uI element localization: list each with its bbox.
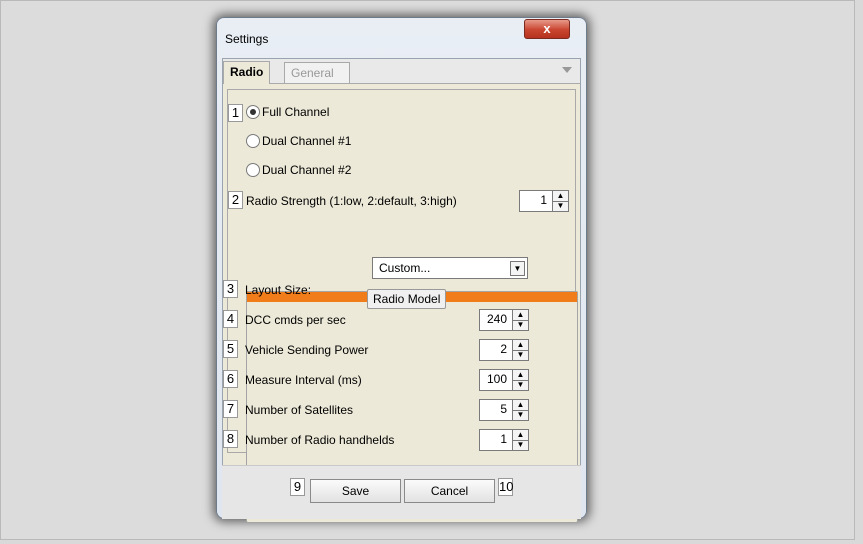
window-title: Settings bbox=[225, 32, 269, 46]
marker-3: 3 bbox=[223, 280, 238, 298]
spin-down-icon[interactable]: ▼ bbox=[553, 201, 568, 211]
marker-2: 2 bbox=[228, 191, 243, 209]
marker-4: 4 bbox=[223, 310, 238, 328]
vehicle-power-label: Vehicle Sending Power bbox=[245, 343, 369, 357]
spin-down-icon[interactable]: ▼ bbox=[513, 440, 528, 450]
dcc-label: DCC cmds per sec bbox=[245, 313, 346, 327]
dcc-spinner[interactable]: 240 ▲ ▼ bbox=[479, 309, 529, 331]
dual-channel-2-label: Dual Channel #2 bbox=[262, 163, 352, 177]
radio-unselected-icon bbox=[246, 163, 260, 177]
handhelds-spinner[interactable]: 1 ▲ ▼ bbox=[479, 429, 529, 451]
dual-channel-1-label: Dual Channel #1 bbox=[262, 134, 352, 148]
spin-down-icon[interactable]: ▼ bbox=[513, 350, 528, 360]
layout-size-dropdown[interactable]: Custom... ▼ bbox=[372, 257, 528, 279]
tab-general[interactable]: General bbox=[284, 62, 350, 83]
radio-unselected-icon bbox=[246, 134, 260, 148]
cancel-button[interactable]: Cancel bbox=[404, 479, 495, 503]
layout-size-value: Custom... bbox=[379, 261, 431, 275]
dual-channel-2-radio[interactable]: Dual Channel #2 bbox=[246, 163, 351, 177]
radio-model-title: Radio Model bbox=[367, 289, 447, 309]
vehicle-power-value[interactable]: 2 bbox=[482, 342, 507, 356]
satellites-value[interactable]: 5 bbox=[482, 402, 507, 416]
radio-strength-value[interactable]: 1 bbox=[522, 193, 547, 207]
tab-radio[interactable]: Radio bbox=[223, 61, 271, 84]
marker-1: 1 bbox=[228, 104, 243, 122]
tab-bar: Radio General bbox=[223, 59, 580, 84]
save-button[interactable]: Save bbox=[310, 479, 401, 503]
measure-interval-label: Measure Interval (ms) bbox=[245, 373, 362, 387]
radio-strength-spinner[interactable]: 1 ▲ ▼ bbox=[519, 190, 569, 212]
spin-down-icon[interactable]: ▼ bbox=[513, 380, 528, 390]
measure-interval-value[interactable]: 100 bbox=[482, 372, 507, 386]
radio-selected-icon bbox=[246, 105, 260, 119]
measure-interval-spinner[interactable]: 100 ▲ ▼ bbox=[479, 369, 529, 391]
spinner-buttons[interactable]: ▲ ▼ bbox=[512, 400, 528, 420]
spinner-buttons[interactable]: ▲ ▼ bbox=[552, 191, 568, 211]
full-channel-radio[interactable]: Full Channel bbox=[246, 105, 329, 119]
marker-5: 5 bbox=[223, 340, 238, 358]
radio-strength-label: Radio Strength (1:low, 2:default, 3:high… bbox=[246, 194, 457, 208]
spinner-buttons[interactable]: ▲ ▼ bbox=[512, 310, 528, 330]
marker-10: 10 bbox=[498, 478, 514, 496]
full-channel-label: Full Channel bbox=[262, 105, 330, 119]
dcc-value[interactable]: 240 bbox=[482, 312, 507, 326]
marker-9: 9 bbox=[290, 478, 305, 496]
spinner-buttons[interactable]: ▲ ▼ bbox=[512, 430, 528, 450]
spinner-buttons[interactable]: ▲ ▼ bbox=[512, 370, 528, 390]
satellites-label: Number of Satellites bbox=[245, 403, 354, 417]
dual-channel-1-radio[interactable]: Dual Channel #1 bbox=[246, 134, 351, 148]
layout-size-label: Layout Size: bbox=[245, 283, 312, 297]
spinner-buttons[interactable]: ▲ ▼ bbox=[512, 340, 528, 360]
handhelds-label: Number of Radio handhelds bbox=[245, 433, 395, 447]
marker-8: 8 bbox=[223, 430, 238, 448]
satellites-spinner[interactable]: 5 ▲ ▼ bbox=[479, 399, 529, 421]
dialog-button-bar: 9 Save Cancel 10 bbox=[222, 465, 581, 519]
spin-down-icon[interactable]: ▼ bbox=[513, 320, 528, 330]
marker-7: 7 bbox=[223, 400, 238, 418]
dialog-client-area: Radio General 1 Full Channel Dual Channe… bbox=[222, 58, 581, 523]
chevron-down-icon[interactable]: ▼ bbox=[510, 261, 525, 276]
vehicle-power-spinner[interactable]: 2 ▲ ▼ bbox=[479, 339, 529, 361]
spin-down-icon[interactable]: ▼ bbox=[513, 410, 528, 420]
handhelds-value[interactable]: 1 bbox=[482, 432, 507, 446]
marker-6: 6 bbox=[223, 370, 238, 388]
tab-overflow-chevron-icon[interactable] bbox=[562, 67, 572, 73]
close-button[interactable]: x bbox=[524, 19, 570, 39]
